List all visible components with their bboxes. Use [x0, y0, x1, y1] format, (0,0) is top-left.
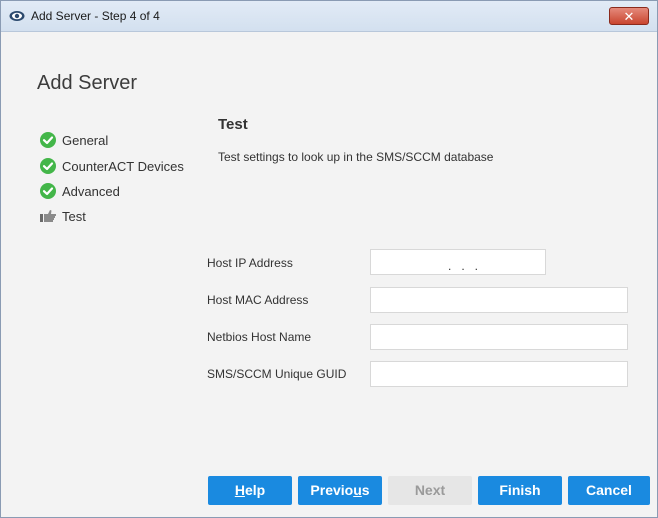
host-ip-label: Host IP Address	[207, 256, 293, 270]
section-description: Test settings to look up in the SMS/SCCM…	[218, 150, 494, 164]
help-label-mnemonic: H	[234, 482, 245, 498]
step-label: CounterACT Devices	[62, 158, 184, 174]
dialog-body	[1, 32, 657, 517]
step-advanced[interactable]: Advanced	[40, 181, 120, 201]
next-button[interactable]: Next	[388, 476, 472, 505]
guid-input[interactable]	[370, 361, 628, 387]
step-label: Advanced	[62, 183, 120, 199]
next-label: Next	[414, 482, 446, 498]
close-icon: ✕	[623, 9, 635, 24]
check-circle-icon	[40, 132, 56, 148]
step-label: Test	[62, 208, 86, 224]
window-title: Add Server - Step 4 of 4	[31, 9, 160, 23]
host-mac-label: Host MAC Address	[207, 293, 309, 307]
finish-button[interactable]: Finish	[478, 476, 562, 505]
finish-label: Finish	[499, 482, 541, 498]
page-heading: Add Server	[37, 72, 138, 94]
previous-button[interactable]: Previous	[298, 476, 382, 505]
step-general[interactable]: General	[40, 130, 108, 150]
title-bar: Add Server - Step 4 of 4 ✕	[1, 1, 657, 32]
cancel-label: Cancel	[586, 482, 632, 498]
app-eye-icon	[9, 8, 25, 24]
cancel-button[interactable]: Cancel	[568, 476, 650, 505]
help-label-post: elp	[244, 482, 266, 498]
previous-label-pre: Previo	[310, 482, 354, 498]
close-button[interactable]: ✕	[609, 7, 649, 25]
guid-label: SMS/SCCM Unique GUID	[207, 367, 347, 381]
section-title: Test	[218, 116, 248, 133]
check-circle-icon	[40, 158, 56, 174]
host-ip-input[interactable]: . . .	[370, 249, 546, 275]
help-button[interactable]: Help	[208, 476, 292, 505]
step-counteract-devices[interactable]: CounterACT Devices	[40, 156, 184, 176]
netbios-label: Netbios Host Name	[207, 330, 312, 344]
step-label: General	[62, 132, 109, 148]
previous-label-post: s	[361, 482, 370, 498]
host-ip-value: . . .	[437, 259, 478, 273]
host-mac-input[interactable]	[370, 287, 628, 313]
step-test[interactable]: Test	[40, 206, 86, 226]
previous-label-mnemonic: u	[353, 482, 362, 498]
check-circle-icon	[40, 183, 56, 199]
netbios-input[interactable]	[370, 324, 628, 350]
pointing-hand-icon	[40, 208, 56, 224]
